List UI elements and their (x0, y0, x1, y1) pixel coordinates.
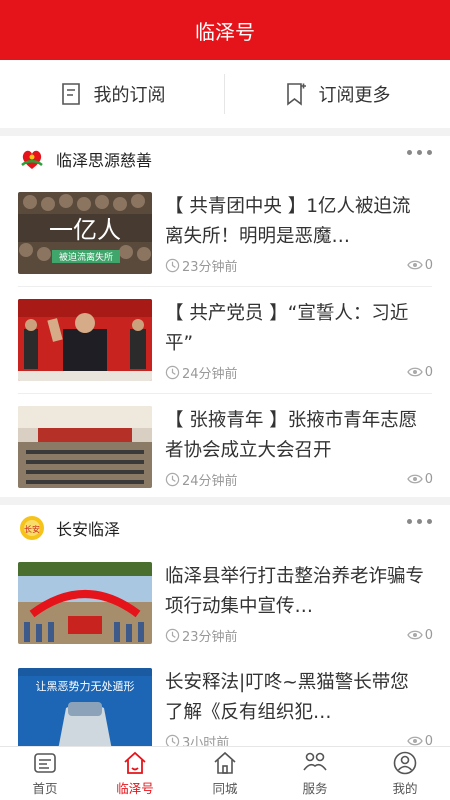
section-header[interactable]: 临泽思源慈善 (0, 136, 450, 182)
more-options-icon[interactable] (407, 519, 432, 524)
view-count-value: 0 (424, 364, 433, 380)
subscription-bar: 我的订阅 订阅更多 (0, 60, 450, 128)
more-options-icon[interactable] (407, 150, 432, 155)
section-gap (0, 128, 450, 136)
section-title: 临泽思源慈善 (56, 151, 153, 170)
article-thumbnail: 让黑恶势力无处遁形 (18, 668, 152, 750)
view-count-value: 0 (424, 627, 433, 643)
tab-label: 临泽号 (116, 781, 154, 796)
article-title: 长安释法|叮咚~黑猫警长带您了解《反有组织犯… (165, 672, 409, 723)
news-icon (34, 753, 56, 773)
user-icon (393, 751, 417, 775)
article-title: 【 共产党员 】“宣誓人：习近平” (165, 303, 409, 354)
section-header[interactable]: 长安 长安临泽 (0, 505, 450, 551)
clock-icon (165, 258, 180, 272)
eye-icon (406, 474, 423, 484)
eye-icon (406, 260, 423, 270)
article-item[interactable]: 【 张掖青年 】张掖市青年志愿者协会成立大会召开 24分钟前 0 (0, 394, 450, 500)
bookmark-add-icon (286, 83, 306, 106)
article-thumbnail (18, 406, 152, 488)
my-subscriptions-button[interactable]: 我的订阅 (0, 60, 225, 128)
tab-home[interactable]: 首页 (0, 747, 90, 800)
tab-linze-hao[interactable]: 临泽号 (90, 747, 180, 800)
article-thumbnail (18, 299, 152, 381)
subbar-divider (224, 74, 225, 114)
thumb-caption: 被迫流离失所 (59, 251, 113, 263)
clock-icon (165, 365, 180, 379)
home-icon (124, 751, 146, 774)
tab-local[interactable]: 同城 (180, 747, 270, 800)
clock-icon (165, 628, 180, 642)
tab-label: 同城 (212, 781, 238, 796)
subscribe-more-label: 订阅更多 (318, 85, 391, 106)
view-count-value: 0 (424, 257, 433, 273)
svg-text:长安: 长安 (24, 524, 40, 534)
article-thumbnail (18, 562, 152, 644)
view-count-value: 0 (424, 471, 433, 487)
eye-icon (406, 630, 423, 640)
page-title: 临泽号 (195, 19, 255, 44)
thumb-headline: 让黑恶势力无处遁形 (36, 679, 135, 693)
tab-me[interactable]: 我的 (360, 747, 450, 800)
article-time: 24分钟前 (182, 366, 238, 382)
app-header: 临泽号 (0, 0, 450, 60)
article-meta: 24分钟前 0 (165, 363, 433, 382)
thumb-headline: 一亿人 (49, 216, 121, 244)
police-badge-icon: 长安 (18, 514, 46, 542)
article-thumbnail: 一亿人 被迫流离失所 (18, 192, 152, 274)
tab-label: 首页 (32, 781, 58, 796)
article-meta: 23分钟前 0 (165, 626, 433, 645)
view-count: 0 (406, 364, 433, 380)
section-title: 长安临泽 (56, 520, 121, 539)
article-title: 【 张掖青年 】张掖市青年志愿者协会成立大会召开 (165, 410, 418, 461)
article-time: 23分钟前 (182, 259, 238, 275)
my-subscriptions-label: 我的订阅 (93, 85, 166, 106)
document-icon (61, 83, 80, 105)
eye-icon (406, 367, 423, 377)
bottom-tab-bar: 首页 临泽号 同城 服务 我的 (0, 746, 450, 800)
tab-label: 服务 (302, 781, 328, 796)
view-count: 0 (406, 471, 433, 487)
tab-label: 我的 (392, 781, 418, 796)
article-item[interactable]: 一亿人 被迫流离失所 【 共青团中央 】1亿人被迫流离失所！明明是恶魔… 23分… (0, 180, 450, 286)
article-item[interactable]: 临泽县举行打击整治养老诈骗专项行动集中宣传… 23分钟前 0 (0, 550, 450, 656)
subscribe-more-button[interactable]: 订阅更多 (225, 60, 450, 128)
people-icon (303, 752, 327, 771)
article-meta: 24分钟前 0 (165, 470, 433, 489)
article-item[interactable]: 【 共产党员 】“宣誓人：习近平” 24分钟前 0 (0, 287, 450, 393)
article-meta: 23分钟前 0 (165, 256, 433, 275)
article-time: 24分钟前 (182, 473, 238, 489)
tab-services[interactable]: 服务 (270, 747, 360, 800)
house-icon (214, 751, 236, 774)
section-gap (0, 497, 450, 505)
article-time: 23分钟前 (182, 629, 238, 645)
article-title: 临泽县举行打击整治养老诈骗专项行动集中宣传… (165, 566, 425, 617)
article-title: 【 共青团中央 】1亿人被迫流离失所！明明是恶魔… (165, 196, 411, 247)
view-count: 0 (406, 627, 433, 643)
clock-icon (165, 472, 180, 486)
charity-logo-icon (18, 145, 46, 173)
view-count: 0 (406, 257, 433, 273)
